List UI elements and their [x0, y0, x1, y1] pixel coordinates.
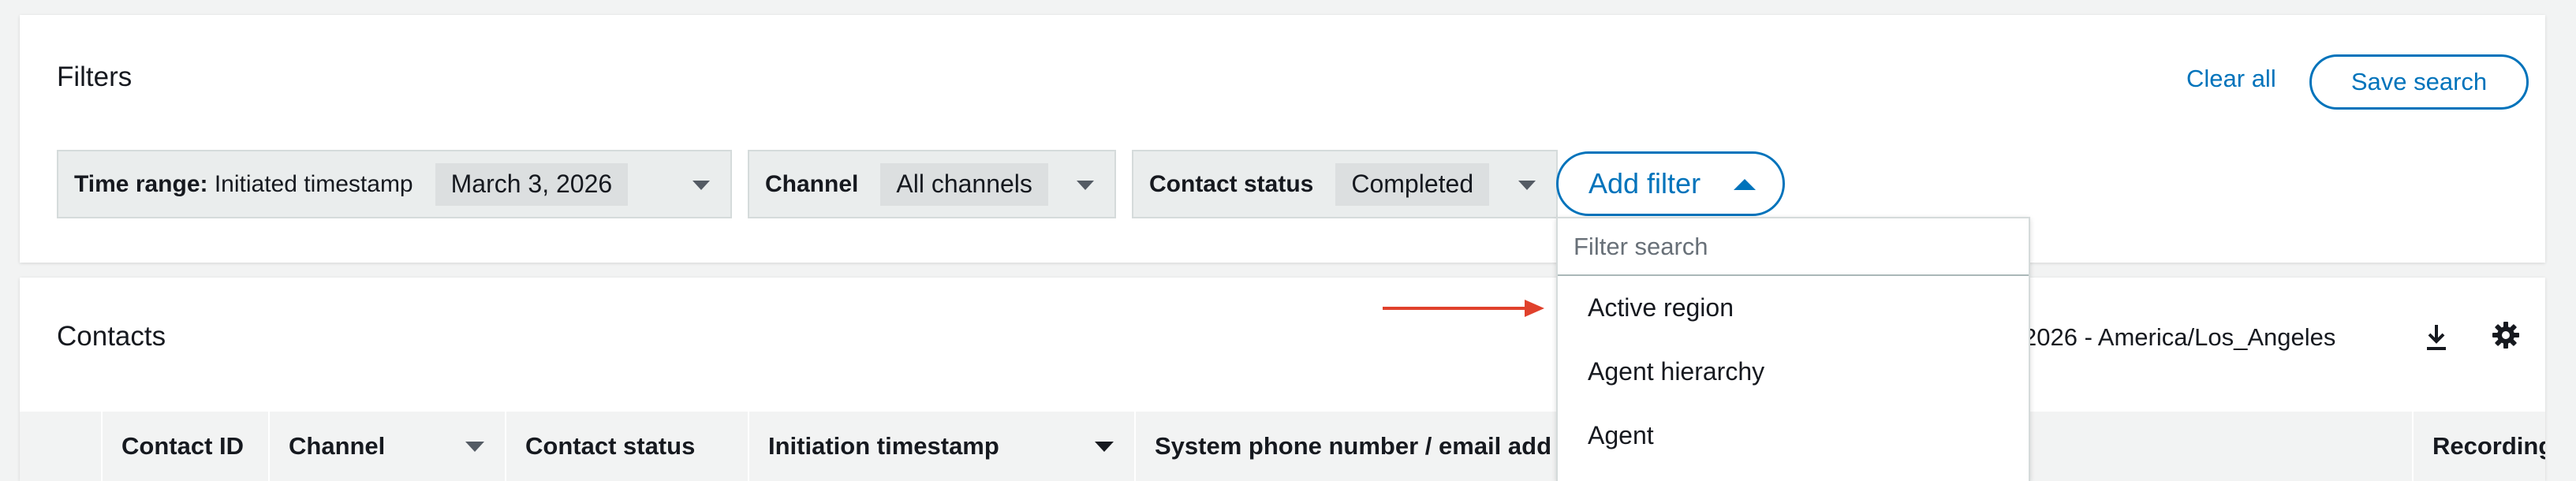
annotation-arrow: [1383, 300, 1544, 317]
timezone-label: 2026 - America/Los_Angeles: [2023, 323, 2336, 351]
sort-caret-icon[interactable]: [465, 442, 484, 452]
gear-icon[interactable]: [2492, 321, 2520, 349]
column-header-label: Recording/: [2432, 432, 2545, 460]
filter-search-input[interactable]: [1558, 218, 2029, 276]
column-header-label: Channel: [289, 432, 386, 460]
filter-chip-contact-status[interactable]: Contact status Completed: [1132, 150, 1558, 218]
dropdown-item-agent[interactable]: Agent: [1588, 421, 1654, 450]
chevron-down-icon[interactable]: [1077, 181, 1094, 190]
column-header-recording[interactable]: Recording/: [2412, 412, 2545, 481]
table-header: Contact ID Channel Contact status Initia…: [20, 412, 2545, 481]
sort-descending-icon[interactable]: [1095, 442, 1114, 452]
column-header-channel[interactable]: Channel: [268, 412, 505, 481]
add-filter-button[interactable]: Add filter: [1556, 151, 1785, 216]
column-header-initiation-timestamp[interactable]: Initiation timestamp: [748, 412, 1134, 481]
filters-panel: Filters Clear all Save search Time range…: [20, 15, 2545, 263]
chevron-down-icon[interactable]: [693, 181, 710, 190]
column-header-label: Initiation timestamp: [768, 432, 999, 460]
column-header-contact-status[interactable]: Contact status: [505, 412, 748, 481]
save-search-button[interactable]: Save search: [2309, 54, 2529, 110]
filter-chip-value[interactable]: March 3, 2026: [435, 162, 629, 206]
column-header-contact-id[interactable]: Contact ID: [101, 412, 268, 481]
dropdown-item-active-region[interactable]: Active region: [1588, 293, 1734, 323]
contacts-title: Contacts: [57, 321, 166, 352]
table-header-select: [20, 412, 101, 481]
filter-chip-channel[interactable]: Channel All channels: [748, 150, 1116, 218]
filter-chip-label: Time range: Initiated timestamp: [74, 170, 413, 197]
chevron-up-icon: [1734, 179, 1756, 190]
column-header-label: Contact ID: [121, 432, 244, 460]
clear-all-link[interactable]: Clear all: [2186, 65, 2276, 93]
filter-chip-value[interactable]: Completed: [1335, 162, 1490, 206]
chevron-down-icon[interactable]: [1518, 181, 1536, 190]
add-filter-label: Add filter: [1589, 167, 1701, 199]
filter-chip-time-range[interactable]: Time range: Initiated timestamp March 3,…: [57, 150, 732, 218]
contacts-panel: Contacts 2026 - America/Los_Angeles Cont…: [20, 278, 2545, 481]
column-header-label: Contact status: [525, 432, 696, 460]
column-header-label: System phone number / email add: [1155, 432, 1552, 460]
download-icon[interactable]: [2425, 323, 2448, 352]
filter-chip-label: Channel: [765, 170, 859, 197]
filter-chip-value[interactable]: All channels: [880, 162, 1048, 206]
dropdown-item-agent-hierarchy[interactable]: Agent hierarchy: [1588, 357, 1764, 386]
add-filter-dropdown: Active region Agent hierarchy Agent: [1556, 217, 2030, 481]
filter-chip-label: Contact status: [1149, 170, 1314, 197]
filters-title: Filters: [57, 62, 133, 92]
